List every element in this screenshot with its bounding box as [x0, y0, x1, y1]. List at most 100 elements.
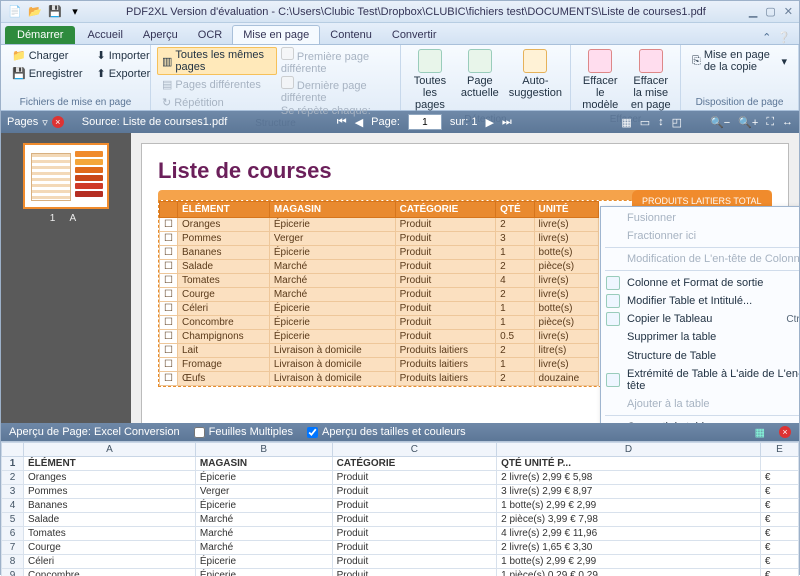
- tab-apercu[interactable]: Aperçu: [133, 26, 188, 44]
- page-actuelle-button[interactable]: Page actuelle: [457, 47, 503, 101]
- qat-dropdown-icon[interactable]: ▾: [67, 4, 83, 20]
- table-header[interactable]: CATÉGORIE: [395, 202, 496, 218]
- table-row[interactable]: ☐ŒufsLivraison à domicileProduits laitie…: [160, 372, 599, 386]
- tool-table-icon[interactable]: ▦: [621, 116, 631, 129]
- repetition-button[interactable]: ↻Répétition: [157, 94, 277, 111]
- help-icon[interactable]: ❔: [777, 31, 791, 44]
- qat-save-icon[interactable]: 💾: [47, 4, 63, 20]
- zoom-width-icon[interactable]: ↔: [782, 116, 793, 128]
- table-row[interactable]: ☐SaladeMarchéProduit2pièce(s): [160, 260, 599, 274]
- excel-col-header[interactable]: B: [195, 443, 332, 457]
- tab-ocr[interactable]: OCR: [188, 26, 232, 44]
- effacer-modele-button[interactable]: Effacer le modèle: [577, 47, 624, 113]
- nav-prev-icon[interactable]: ◀: [355, 116, 363, 129]
- excel-col-header[interactable]: A: [24, 443, 196, 457]
- excel-col-header[interactable]: C: [332, 443, 497, 457]
- preview-close-icon[interactable]: ×: [779, 426, 791, 438]
- canvas[interactable]: Liste de courses ÉLÉMENTMAGASINCATÉGORIE…: [131, 133, 799, 423]
- preview-excel-icon[interactable]: ▦: [755, 426, 765, 439]
- qat-open-icon[interactable]: 📂: [27, 4, 43, 20]
- excel-row[interactable]: 8CéleriÉpicerieProduit1 botte(s) 2,99 € …: [2, 555, 799, 569]
- maximize-icon[interactable]: ▢: [765, 5, 775, 18]
- erase-model-icon: [588, 49, 612, 73]
- table-row[interactable]: ☐FromageLivraison à domicileProduits lai…: [160, 358, 599, 372]
- menu-item[interactable]: Convertir la table: [601, 418, 799, 423]
- save-icon: 💾: [12, 67, 26, 80]
- table-row[interactable]: ☐ConcombreÉpicerieProduit1pièce(s): [160, 316, 599, 330]
- table-row[interactable]: ☐CourgeMarchéProduit2livre(s): [160, 288, 599, 302]
- group-file-label: Fichiers de mise en page: [7, 96, 144, 108]
- pages-diff-icon: ▤: [162, 78, 172, 91]
- toutes-memes-pages-button[interactable]: ▥Toutes les mêmes pages: [157, 47, 277, 75]
- filter-icon[interactable]: ▿: [42, 116, 48, 129]
- nav-first-icon[interactable]: ⏮: [337, 116, 347, 129]
- tool-crop-icon[interactable]: ◰: [672, 116, 682, 129]
- page-input[interactable]: [408, 114, 442, 130]
- chevron-down-icon: ▾: [781, 55, 787, 68]
- table-row[interactable]: ☐OrangesÉpicerieProduit2livre(s): [160, 218, 599, 232]
- excel-col-header[interactable]: D: [497, 443, 761, 457]
- importer-button[interactable]: ⬇Importer: [92, 47, 156, 64]
- enregistrer-button[interactable]: 💾Enregistrer: [7, 65, 88, 82]
- tab-mise-en-page[interactable]: Mise en page: [232, 25, 320, 44]
- mise-en-page-copie-button[interactable]: ⎘Mise en page de la copie▾: [687, 47, 792, 75]
- excel-row[interactable]: 2OrangesÉpicerieProduit2 livre(s) 2,99 €…: [2, 471, 799, 485]
- menu-item[interactable]: Structure de Table▸: [601, 346, 799, 365]
- table-row[interactable]: ☐PommesVergerProduit3livre(s): [160, 232, 599, 246]
- feuilles-multiples-checkbox[interactable]: Feuilles Multiples: [194, 426, 293, 438]
- table-header[interactable]: QTÉ: [496, 202, 534, 218]
- tab-file[interactable]: Démarrer: [5, 26, 75, 44]
- table-row[interactable]: ☐TomatesMarchéProduit4livre(s): [160, 274, 599, 288]
- toutes-pages-button[interactable]: Toutes les pages: [407, 47, 453, 113]
- tab-accueil[interactable]: Accueil: [77, 26, 132, 44]
- apercu-tailles-checkbox[interactable]: Aperçu des tailles et couleurs: [307, 426, 466, 438]
- tool-arrow-icon[interactable]: ↕: [658, 116, 664, 128]
- page-thumbnail[interactable]: [23, 143, 109, 209]
- work-area: 1 A Liste de courses ÉLÉMENTMAGASINCATÉG…: [1, 133, 799, 423]
- auto-suggestion-button[interactable]: Auto-suggestion: [507, 47, 564, 101]
- excel-row[interactable]: 7CourgeMarchéProduit2 livre(s) 1,65 € 3,…: [2, 541, 799, 555]
- group-dispo-label: Disposition de page: [687, 96, 792, 108]
- tool-field-icon[interactable]: ▭: [640, 116, 650, 129]
- ribbon-collapse-icon[interactable]: ⌃: [762, 31, 771, 44]
- table-row[interactable]: ☐LaitLivraison à domicileProduits laitie…: [160, 344, 599, 358]
- table-header[interactable]: UNITÉ: [534, 202, 598, 218]
- clear-filter-icon[interactable]: ×: [52, 116, 64, 128]
- menu-item[interactable]: Supprimer la table: [601, 328, 799, 346]
- excel-row[interactable]: 6TomatesMarchéProduit4 livre(s) 2,99 € 1…: [2, 527, 799, 541]
- menu-item[interactable]: Extrémité de Table à L'aide de L'en-tête: [601, 365, 799, 395]
- pdf-page: Liste de courses ÉLÉMENTMAGASINCATÉGORIE…: [141, 143, 789, 423]
- effacer-mise-button[interactable]: Effacer la mise en page: [628, 47, 675, 113]
- table-row[interactable]: ☐ChampignonsÉpicerieProduit0.5livre(s): [160, 330, 599, 344]
- table-header[interactable]: MAGASIN: [269, 202, 395, 218]
- zoom-fit-icon[interactable]: ⛶: [766, 116, 774, 129]
- zoom-in-icon[interactable]: 🔍+: [738, 116, 758, 129]
- close-icon[interactable]: ✕: [784, 5, 793, 18]
- zoom-out-icon[interactable]: 🔍−: [710, 116, 730, 129]
- table-header[interactable]: ÉLÉMENT: [177, 202, 269, 218]
- table-row[interactable]: ☐CéleriÉpicerieProduit1botte(s): [160, 302, 599, 316]
- erase-layout-icon: [639, 49, 663, 73]
- tab-contenu[interactable]: Contenu: [320, 26, 382, 44]
- nav-next-icon[interactable]: ▶: [485, 116, 493, 129]
- derniere-checkbox: Dernière page différente: [281, 76, 394, 104]
- excel-row[interactable]: 4BananesÉpicerieProduit1 botte(s) 2,99 €…: [2, 499, 799, 513]
- minimize-icon[interactable]: ▁: [749, 5, 757, 18]
- charger-button[interactable]: 📁Charger: [7, 47, 88, 64]
- tab-convertir[interactable]: Convertir: [382, 26, 447, 44]
- nav-last-icon[interactable]: ⏭: [502, 116, 512, 129]
- table-header[interactable]: [160, 202, 178, 218]
- page-title: Liste de courses: [158, 158, 772, 184]
- excel-row[interactable]: 3PommesVergerProduit3 livre(s) 2,99 € 8,…: [2, 485, 799, 499]
- excel-col-header[interactable]: E: [760, 443, 798, 457]
- menu-item[interactable]: Copier le TableauCtrl+C: [601, 310, 799, 328]
- table-row[interactable]: ☐BananesÉpicerieProduit1botte(s): [160, 246, 599, 260]
- menu-item[interactable]: Modifier Table et Intitulé...: [601, 292, 799, 310]
- exporter-button[interactable]: ⬆Exporter: [92, 65, 156, 82]
- pages-differentes-button[interactable]: ▤Pages différentes: [157, 76, 277, 93]
- menu-item[interactable]: Colonne et Format de sortie▸: [601, 273, 799, 292]
- excel-row[interactable]: 5SaladeMarchéProduit2 pièce(s) 3,99 € 7,…: [2, 513, 799, 527]
- menu-item-icon: [606, 276, 620, 290]
- excel-preview[interactable]: ABCDE1ÉLÉMENTMAGASINCATÉGORIEQTÉ UNITÉ P…: [1, 441, 799, 576]
- window-title: PDF2XL Version d'évaluation - C:\Users\C…: [83, 6, 749, 18]
